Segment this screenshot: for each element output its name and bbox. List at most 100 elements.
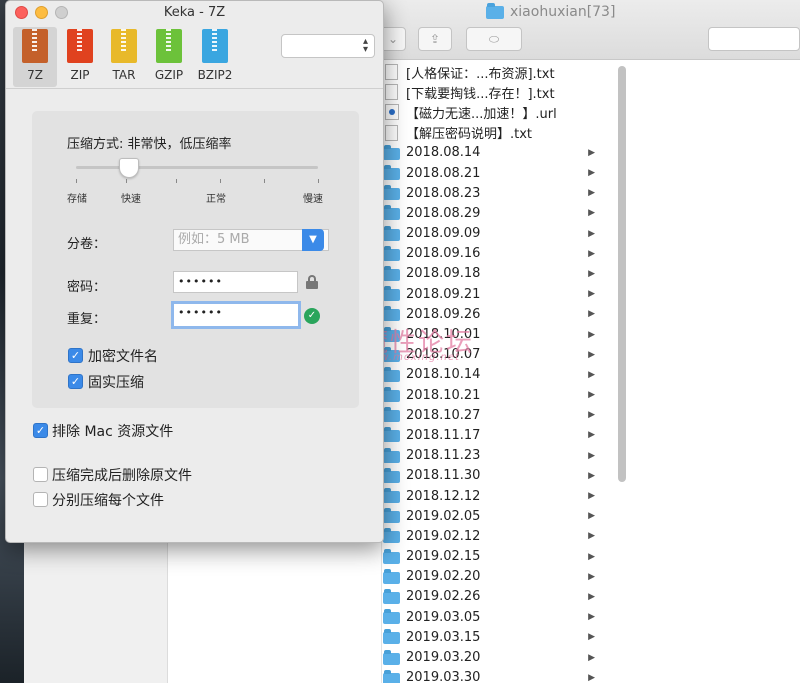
- file-row[interactable]: 【解压密码说明】.txt: [383, 123, 595, 143]
- file-name: 2018.09.16: [406, 246, 481, 262]
- format-label: BZIP2: [197, 68, 233, 82]
- repeat-password-field[interactable]: ••••••: [171, 301, 301, 329]
- file-name: 2019.02.20: [406, 569, 481, 585]
- zoom-button[interactable]: [55, 6, 68, 19]
- folder-row[interactable]: 2019.02.12 ▶: [383, 526, 595, 546]
- folder-row[interactable]: 2018.09.21 ▶: [383, 284, 595, 304]
- encrypt-filenames-checkbox[interactable]: ✓: [68, 348, 83, 363]
- folder-row[interactable]: 2018.09.16 ▶: [383, 244, 595, 264]
- folder-row[interactable]: 2018.11.23 ▶: [383, 446, 595, 466]
- file-name: [人格保证：...布资源].txt: [406, 66, 555, 82]
- folder-row[interactable]: 2019.02.20 ▶: [383, 567, 595, 587]
- compression-slider-knob[interactable]: [119, 158, 140, 178]
- encrypt-filenames-label: 加密文件名: [88, 349, 158, 365]
- split-size-dropdown-button[interactable]: ▼: [302, 229, 324, 251]
- disclosure-arrow-icon: ▶: [588, 329, 595, 340]
- exclude-mac-resources-checkbox[interactable]: ✓: [33, 423, 48, 438]
- disclosure-arrow-icon: ▶: [588, 672, 595, 683]
- file-name: 2018.11.30: [406, 468, 481, 484]
- folder-row[interactable]: 2018.08.29 ▶: [383, 203, 595, 223]
- file-name: 2018.08.21: [406, 165, 481, 181]
- file-name: 2019.02.05: [406, 508, 481, 524]
- file-name: 2018.09.09: [406, 226, 481, 242]
- file-name: 2018.10.21: [406, 387, 481, 403]
- search-field[interactable]: [708, 27, 800, 51]
- file-name: 2018.08.23: [406, 185, 481, 201]
- folder-icon: [383, 387, 400, 403]
- file-name: 2018.09.21: [406, 286, 481, 302]
- file-row[interactable]: 【磁力无速...加速！】.url: [383, 102, 595, 122]
- format-bzip2-button[interactable]: BZIP2: [193, 27, 237, 87]
- finder-title-text: xiaohuxian[73]: [510, 4, 616, 20]
- window-title: Keka - 7Z: [163, 5, 226, 20]
- folder-icon: [383, 629, 400, 645]
- disclosure-arrow-icon: ▶: [588, 309, 595, 320]
- folder-row[interactable]: 2019.03.20 ▶: [383, 647, 595, 667]
- slider-tick-label: 慢速: [303, 194, 323, 205]
- folder-row[interactable]: 2019.03.05 ▶: [383, 607, 595, 627]
- file-name: 【解压密码说明】.txt: [406, 127, 533, 143]
- split-label: 分卷：: [67, 237, 107, 252]
- exclude-mac-resources-label: 排除 Mac 资源文件: [52, 424, 174, 440]
- document-icon: [385, 84, 398, 101]
- disclosure-arrow-icon: ▶: [588, 470, 595, 481]
- file-name: 2019.02.26: [406, 589, 481, 605]
- archive-file-icon: [111, 29, 137, 63]
- slider-tick: [76, 179, 77, 183]
- folder-icon: [383, 528, 400, 544]
- chevron-down-icon: ⌄: [387, 32, 399, 46]
- file-row[interactable]: [下载要掏钱...存在！].txt: [383, 82, 595, 102]
- folder-row[interactable]: 2018.08.21 ▶: [383, 163, 595, 183]
- url-file-icon: [385, 104, 399, 121]
- archive-file-icon: [202, 29, 228, 63]
- folder-icon: [383, 185, 400, 201]
- repeat-label: 重复：: [67, 312, 107, 327]
- folder-icon: [383, 265, 400, 281]
- folder-row[interactable]: 2018.09.18 ▶: [383, 264, 595, 284]
- folder-row[interactable]: 2018.12.12 ▶: [383, 486, 595, 506]
- finder-title: xiaohuxian[73]: [486, 2, 616, 20]
- disclosure-arrow-icon: ▶: [588, 430, 595, 441]
- minimize-button[interactable]: [35, 6, 48, 19]
- folder-row[interactable]: 2018.10.27 ▶: [383, 405, 595, 425]
- delete-after-compress-checkbox[interactable]: [33, 467, 48, 482]
- folder-icon: [383, 447, 400, 463]
- share-button[interactable]: ⇪: [418, 27, 452, 51]
- compress-separately-checkbox[interactable]: [33, 492, 48, 507]
- format-zip-button[interactable]: ZIP: [58, 27, 102, 87]
- scrollbar[interactable]: [618, 66, 626, 482]
- archive-file-icon: [67, 29, 93, 63]
- slider-tick: [220, 179, 221, 183]
- folder-row[interactable]: 2018.08.14 ▶: [383, 143, 595, 163]
- file-row[interactable]: [人格保证：...布资源].txt: [383, 62, 595, 82]
- folder-row[interactable]: 2019.03.30 ▶: [383, 668, 595, 683]
- password-label: 密码：: [67, 280, 107, 295]
- disclosure-arrow-icon: ▶: [588, 168, 595, 179]
- folder-row[interactable]: 2018.09.09 ▶: [383, 224, 595, 244]
- password-field[interactable]: ••••••: [173, 271, 298, 293]
- folder-icon: [383, 427, 400, 443]
- folder-row[interactable]: 2018.11.17 ▶: [383, 425, 595, 445]
- disclosure-arrow-icon: ▶: [588, 491, 595, 502]
- folder-row[interactable]: 2019.02.05 ▶: [383, 506, 595, 526]
- file-name: 2018.08.29: [406, 205, 481, 221]
- solid-compression-checkbox[interactable]: ✓: [68, 374, 83, 389]
- format-gzip-button[interactable]: GZIP: [147, 27, 191, 87]
- folder-row[interactable]: 2018.11.30 ▶: [383, 466, 595, 486]
- folder-row[interactable]: 2018.10.21 ▶: [383, 385, 595, 405]
- slider-tick-label: 正常: [206, 194, 226, 205]
- folder-row[interactable]: 2019.03.15 ▶: [383, 627, 595, 647]
- close-button[interactable]: [15, 6, 28, 19]
- format-options-select[interactable]: ▴ ▾: [281, 34, 375, 58]
- folder-row[interactable]: 2019.02.26 ▶: [383, 587, 595, 607]
- format-7z-button[interactable]: 7Z: [13, 27, 57, 87]
- folder-icon: [383, 407, 400, 423]
- compression-slider-track[interactable]: [76, 166, 318, 169]
- folder-row[interactable]: 2018.08.23 ▶: [383, 183, 595, 203]
- folder-icon: [383, 548, 400, 564]
- tag-button[interactable]: ⬭: [466, 27, 522, 51]
- titlebar: Keka - 7Z: [6, 1, 383, 25]
- disclosure-arrow-icon: ▶: [588, 228, 595, 239]
- folder-row[interactable]: 2019.02.15 ▶: [383, 547, 595, 567]
- format-tar-button[interactable]: TAR: [102, 27, 146, 87]
